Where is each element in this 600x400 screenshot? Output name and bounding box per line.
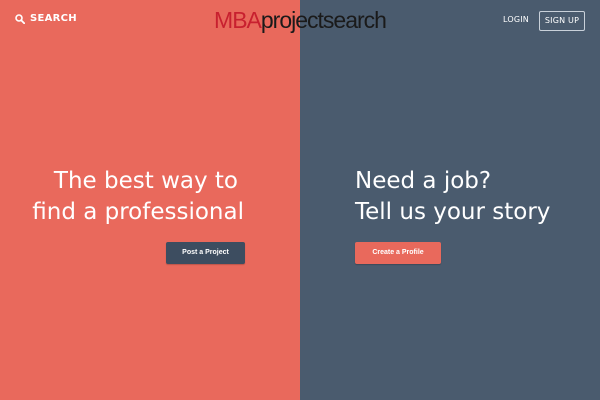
post-project-button[interactable]: Post a Project — [166, 242, 245, 264]
candidate-headline-line2: Tell us your story — [355, 199, 551, 225]
landing-page: SEARCH MBAprojectsearch LOGIN SIGN UP Th… — [0, 0, 600, 400]
create-profile-button[interactable]: Create a Profile — [355, 242, 441, 264]
candidate-headline: Need a job? Tell us your story — [355, 166, 550, 228]
employer-headline-line2: find a professional — [32, 199, 244, 225]
candidate-headline-line1: Need a job? — [355, 168, 492, 194]
signup-button[interactable]: SIGN UP — [539, 11, 585, 31]
logo-prefix: MBA — [214, 7, 262, 33]
logo-suffix: projectsearch — [260, 7, 387, 33]
login-link[interactable]: LOGIN — [503, 15, 529, 24]
employer-headline: The best way to find a professional — [0, 166, 270, 228]
employer-headline-line1: The best way to — [53, 168, 238, 194]
